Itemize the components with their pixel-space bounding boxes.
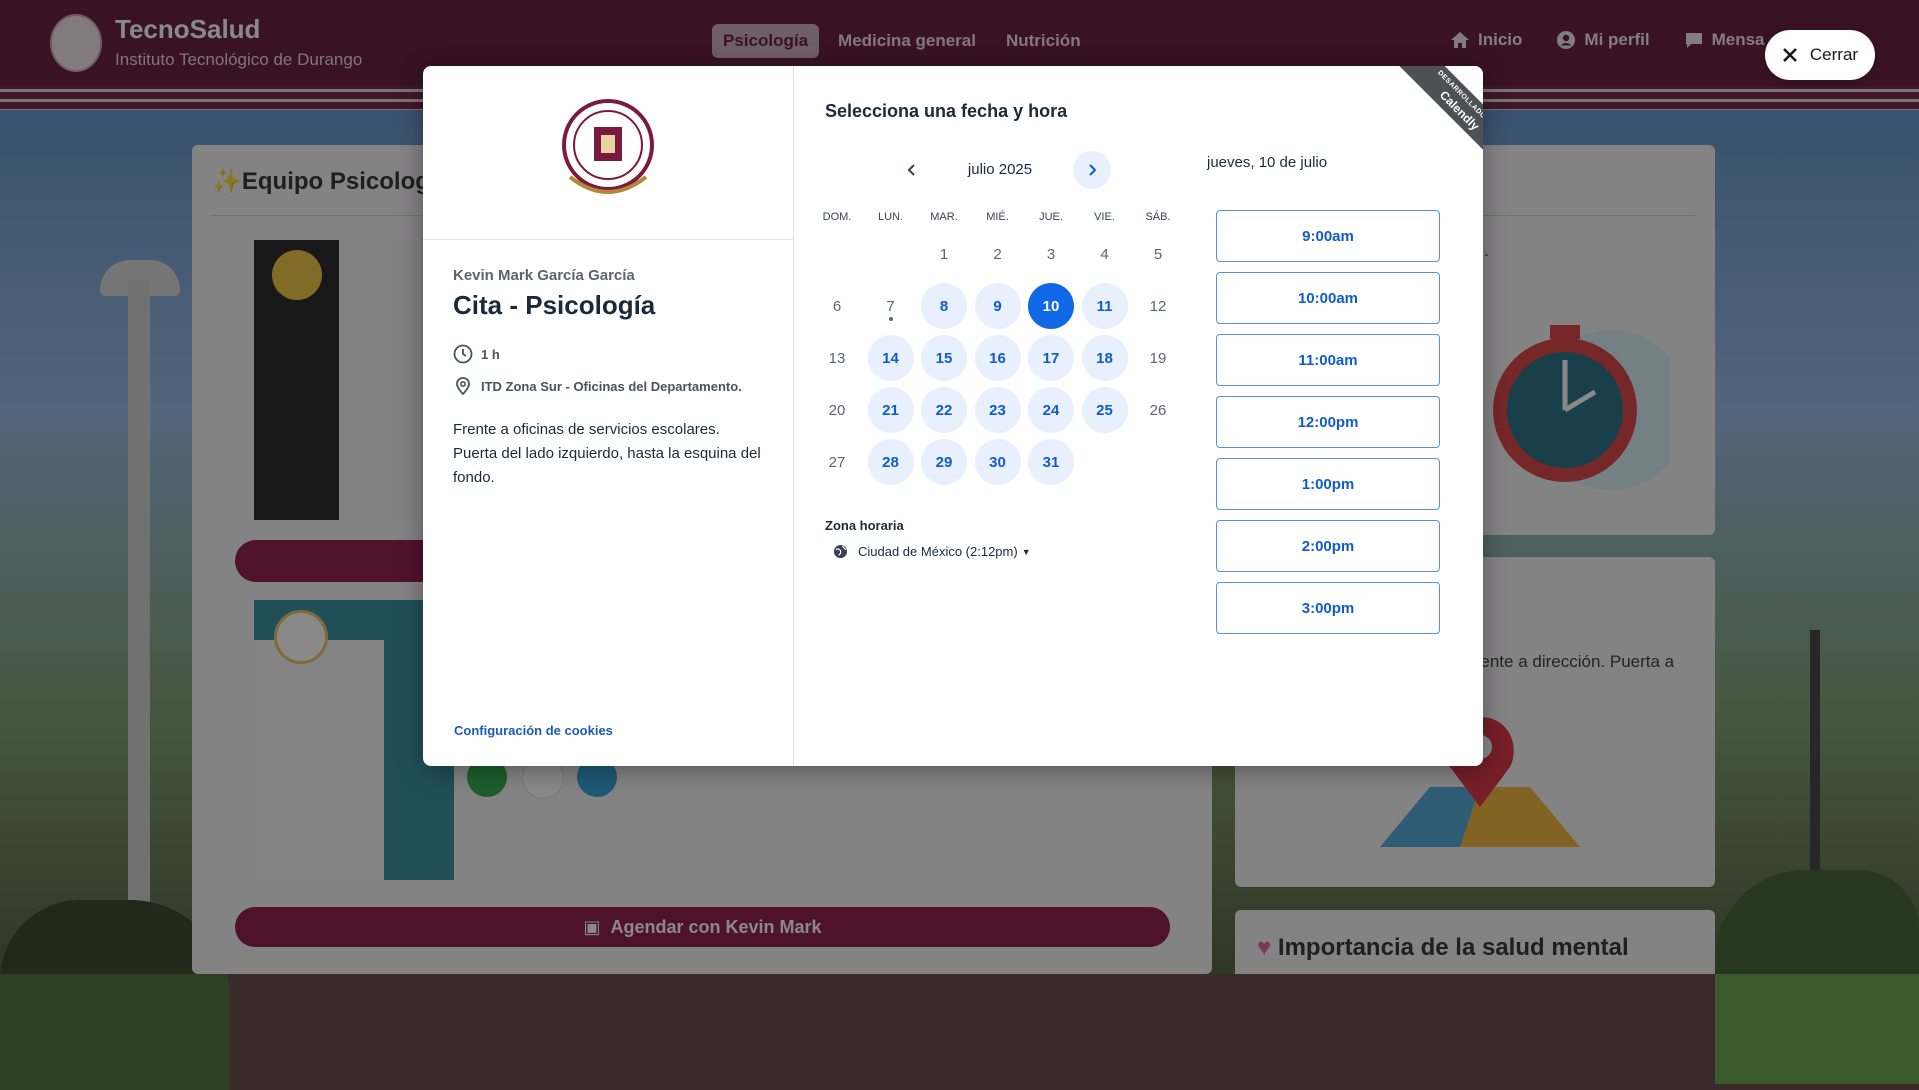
itd-seal-logo — [562, 99, 654, 194]
time-slot-button[interactable]: 3:00pm — [1216, 582, 1440, 634]
calendar-day[interactable]: 8 — [921, 283, 967, 329]
timezone-value: Ciudad de México (2:12pm) — [858, 544, 1018, 559]
calendar-day[interactable]: 31 — [1028, 439, 1074, 485]
calendar-day[interactable]: 14 — [867, 335, 914, 381]
next-month-button[interactable] — [1073, 151, 1111, 189]
calendar-day: 26 — [1149, 401, 1167, 419]
weekday-label: JUE. — [1039, 211, 1063, 223]
weekday-label: DOM. — [822, 211, 852, 223]
weekday-label: MAR. — [930, 211, 958, 223]
calendar-day[interactable]: 23 — [974, 387, 1021, 433]
event-description: Frente a oficinas de servicios escolares… — [453, 421, 761, 486]
timezone-label: Zona horaria — [825, 518, 904, 533]
weekday-label: LUN. — [877, 211, 904, 223]
calendar-day: 6 — [832, 297, 842, 315]
logo-area — [423, 66, 793, 240]
calendar-day[interactable]: 29 — [921, 439, 967, 485]
calendar-day[interactable]: 10 — [1028, 283, 1074, 329]
clock-icon — [453, 344, 473, 364]
calendar-grid: 1 2 3 4 5 6 7 8 9 10 11 12 13 14 15 16 17 18 19 20 21 22 23 24 2… — [812, 231, 1166, 491]
calendly-modal: Kevin Mark García García Cita - Psicolog… — [423, 66, 1483, 766]
calendar-day[interactable]: 15 — [921, 335, 967, 381]
calendar-day: 5 — [1153, 245, 1163, 263]
calendar-day: 12 — [1149, 297, 1167, 315]
calendar-day[interactable]: 21 — [867, 387, 914, 433]
duration-text: 1 h — [481, 346, 500, 362]
calendar-day[interactable]: 16 — [974, 335, 1021, 381]
time-slot-button[interactable]: 2:00pm — [1216, 520, 1440, 572]
location-pin-icon — [456, 377, 470, 396]
globe-icon — [833, 544, 848, 559]
calendar-day: 13 — [828, 349, 846, 367]
time-slot-button[interactable]: 1:00pm — [1216, 458, 1440, 510]
weekday-label: VIE. — [1094, 211, 1115, 223]
calendar-day: 19 — [1149, 349, 1167, 367]
selected-date-label: jueves, 10 de julio — [1207, 154, 1328, 171]
calendar-day: 27 — [828, 453, 846, 471]
current-month-label: julio 2025 — [967, 161, 1033, 178]
event-duration: 1 h — [453, 344, 500, 364]
close-label: Cerrar — [1809, 45, 1859, 64]
close-modal-button[interactable]: Cerrar — [1765, 30, 1875, 80]
month-navigator: julio 2025 — [825, 151, 1155, 189]
calendar-day: 4 — [1100, 245, 1109, 263]
calendar-day[interactable]: 18 — [1081, 335, 1128, 381]
calendar-day[interactable]: 30 — [974, 439, 1021, 485]
host-name: Kevin Mark García García — [453, 267, 635, 284]
calendar-day: 3 — [1046, 245, 1056, 263]
timezone-selector[interactable]: Ciudad de México (2:12pm) ▼ — [833, 544, 1031, 559]
calendar-day[interactable]: 9 — [974, 283, 1021, 329]
event-title: Cita - Psicología — [453, 290, 656, 320]
select-date-heading: Selecciona una fecha y hora — [825, 101, 1068, 121]
time-slot-button[interactable]: 12:00pm — [1216, 396, 1440, 448]
event-location: ITD Zona Sur - Oficinas del Departamento… — [453, 376, 742, 396]
calendar-day: 7 — [868, 283, 914, 329]
calendar-day[interactable]: 11 — [1081, 283, 1128, 329]
calendar-day[interactable]: 17 — [1028, 335, 1074, 381]
calendar-day[interactable]: 25 — [1081, 387, 1128, 433]
calendar-day[interactable]: 22 — [921, 387, 967, 433]
calendar-day[interactable]: 24 — [1028, 387, 1074, 433]
calendar-day: 2 — [993, 245, 1002, 263]
weekday-label: MIÉ. — [986, 211, 1009, 223]
caret-down-icon: ▼ — [1021, 546, 1031, 557]
calendly-ribbon[interactable]: DESARROLLADO POR Calendly — [1378, 66, 1483, 171]
time-slot-button[interactable]: 10:00am — [1216, 272, 1440, 324]
time-slot-button[interactable]: 11:00am — [1216, 334, 1440, 386]
time-slot-button[interactable]: 9:00am — [1216, 210, 1440, 262]
calendar-day: 1 — [939, 245, 949, 263]
event-details-panel: Kevin Mark García García Cita - Psicolog… — [423, 66, 794, 766]
calendar-day[interactable]: 28 — [867, 439, 914, 485]
chevron-right-icon — [1089, 164, 1097, 176]
calendar-day: 20 — [828, 401, 846, 419]
cookie-settings-link[interactable]: Configuración de cookies — [454, 723, 613, 738]
weekday-label: SÁB. — [1145, 211, 1171, 223]
close-icon — [1782, 48, 1797, 62]
location-text: ITD Zona Sur - Oficinas del Departamento… — [481, 378, 742, 394]
